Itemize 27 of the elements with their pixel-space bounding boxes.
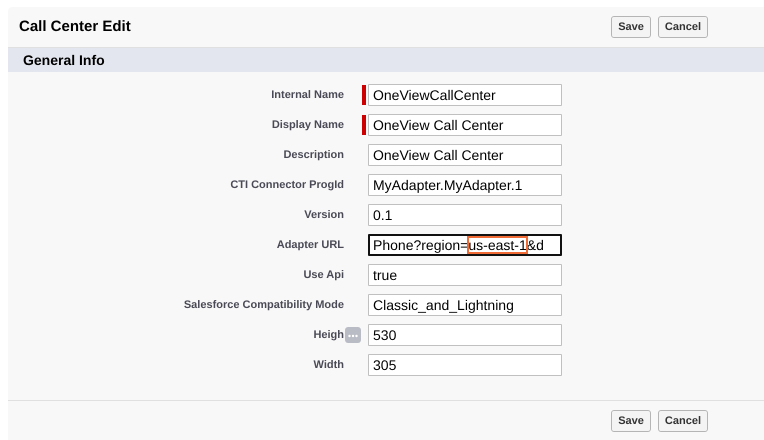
input-field[interactable]: true <box>368 264 562 286</box>
field-label: Description <box>283 148 344 163</box>
input-field[interactable]: Phone?region=us-east-1&d <box>368 234 562 256</box>
field-label: Display Name <box>272 118 344 133</box>
field-label: Version <box>304 208 344 223</box>
field-label: CTI Connector ProgId <box>230 178 344 193</box>
cancel-button[interactable]: Cancel <box>658 16 708 38</box>
input-field[interactable]: MyAdapter.MyAdapter.1 <box>368 174 562 196</box>
ellipsis-icon[interactable] <box>345 327 361 343</box>
input-field[interactable]: OneView Call Center <box>368 114 562 136</box>
save-button[interactable]: Save <box>611 16 651 38</box>
field-label: Salesforce Compatibility Mode <box>184 298 344 313</box>
input-field[interactable]: 0.1 <box>368 204 562 226</box>
field-label: Internal Name <box>271 88 344 103</box>
input-field[interactable]: Classic_and_Lightning <box>368 294 562 316</box>
save-button[interactable]: Save <box>611 410 651 432</box>
input-field[interactable]: 530 <box>368 324 562 346</box>
input-field[interactable]: 305 <box>368 354 562 376</box>
field-label: Heigh <box>313 328 344 343</box>
field-label: Use Api <box>303 268 344 283</box>
section-title: General Info <box>23 50 105 70</box>
cancel-button[interactable]: Cancel <box>658 410 708 432</box>
input-field[interactable]: OneViewCallCenter <box>368 84 562 106</box>
field-label: Width <box>314 358 344 373</box>
input-field[interactable]: OneView Call Center <box>368 144 562 166</box>
page-title: Call Center Edit <box>19 16 131 37</box>
field-label: Adapter URL <box>276 238 344 253</box>
